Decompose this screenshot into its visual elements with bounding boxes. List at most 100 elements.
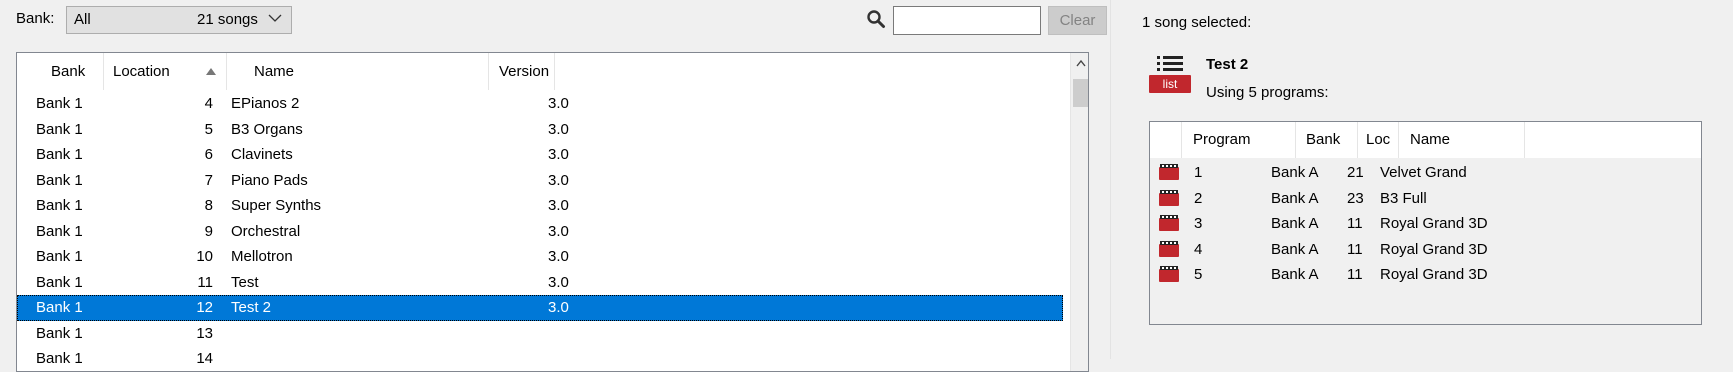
table-row[interactable]: Bank 1 4 EPianos 2 3.0 — [17, 91, 1087, 117]
program-cell-loc: 11 — [1347, 266, 1363, 283]
cell-location: 8 — [204, 197, 213, 214]
search-icon[interactable] — [866, 9, 886, 29]
clear-button[interactable]: Clear — [1048, 6, 1107, 35]
search-input[interactable] — [893, 6, 1041, 35]
cell-name: B3 Organs — [231, 120, 303, 138]
table-row[interactable]: Bank 1 5 B3 Organs 3.0 — [17, 117, 1087, 143]
svg-text:list: list — [1163, 77, 1178, 91]
program-icon — [1159, 189, 1179, 206]
song-count: 21 songs — [197, 11, 258, 28]
program-cell-loc: 11 — [1347, 215, 1363, 232]
cell-name: Clavinets — [231, 146, 293, 163]
program-cell-program: 4 — [1194, 240, 1203, 258]
program-cell-bank: Bank A — [1271, 240, 1319, 258]
program-cell-program: 5 — [1194, 266, 1203, 283]
column-header-name[interactable]: Name — [227, 53, 489, 90]
cell-location: 7 — [204, 171, 213, 189]
cell-name: Piano Pads — [231, 171, 308, 189]
program-icon — [1159, 214, 1179, 231]
program-cell-name: Royal Grand 3D — [1380, 215, 1488, 232]
program-cell-loc: 23 — [1347, 189, 1364, 207]
cell-location: 13 — [196, 324, 213, 342]
scroll-up-icon[interactable] — [1076, 59, 1086, 67]
chevron-down-icon — [268, 14, 282, 22]
program-cell-name: B3 Full — [1380, 189, 1427, 207]
program-cell-program: 2 — [1194, 189, 1203, 207]
program-icon — [1159, 265, 1179, 282]
program-cell-loc: 21 — [1347, 164, 1364, 181]
song-list-pane: Bank: All 21 songs Clear Bank Location N… — [0, 0, 1110, 372]
program-row[interactable]: 2 Bank A 23 B3 Full — [1150, 186, 1701, 211]
program-icon — [1159, 240, 1179, 257]
cell-name: Orchestral — [231, 222, 301, 240]
programs-table-header: Program Bank Loc Name — [1150, 122, 1701, 158]
cell-version: 3.0 — [548, 120, 569, 138]
program-cell-name: Royal Grand 3D — [1380, 240, 1488, 258]
column-header-bank[interactable]: Bank — [17, 53, 104, 90]
program-row[interactable]: 4 Bank A 11 Royal Grand 3D — [1150, 237, 1701, 262]
table-row[interactable]: Bank 1 11 Test 3.0 — [17, 270, 1087, 296]
bank-dropdown-value: All — [74, 11, 91, 28]
program-cell-bank: Bank A — [1271, 164, 1319, 181]
program-cell-name: Velvet Grand — [1380, 164, 1467, 181]
cell-name: Test 2 — [231, 299, 272, 316]
column-header-loc[interactable]: Loc — [1358, 122, 1399, 158]
program-icon — [1159, 163, 1179, 180]
table-row[interactable]: Bank 1 8 Super Synths 3.0 — [17, 193, 1087, 219]
column-header-bank-label: Bank — [51, 63, 86, 80]
cell-location: 9 — [204, 222, 213, 240]
column-header-bank[interactable]: Bank — [1296, 122, 1358, 158]
bank-dropdown[interactable]: All 21 songs — [66, 6, 292, 34]
cell-name: EPianos 2 — [231, 95, 300, 112]
table-row[interactable]: Bank 1 6 Clavinets 3.0 — [17, 142, 1087, 168]
scroll-thumb[interactable] — [1073, 79, 1088, 107]
cell-version: 3.0 — [548, 248, 569, 265]
songs-table-scrollbar[interactable] — [1070, 53, 1088, 371]
table-row[interactable]: Bank 1 7 Piano Pads 3.0 — [17, 168, 1087, 194]
cell-location: 5 — [204, 120, 213, 138]
cell-name: Mellotron — [231, 248, 293, 265]
pane-splitter[interactable] — [1110, 0, 1133, 359]
cell-location: 4 — [204, 95, 213, 112]
cell-version: 3.0 — [548, 146, 569, 163]
program-cell-bank: Bank A — [1271, 215, 1319, 232]
column-header-version[interactable]: Version — [489, 53, 555, 90]
selection-count: 1 song selected: — [1142, 14, 1252, 31]
cell-version: 3.0 — [548, 95, 569, 112]
cell-name: Test — [231, 273, 259, 291]
cell-location: 11 — [197, 273, 213, 291]
songs-table-body: Bank 1 4 EPianos 2 3.0 Bank 1 5 B3 Organs 3.0 Ba… — [17, 91, 1087, 371]
cell-location: 10 — [196, 248, 213, 265]
program-row[interactable]: 1 Bank A 21 Velvet Grand — [1150, 160, 1701, 185]
column-header-location-label: Location — [113, 63, 170, 80]
column-header-name-label: Name — [254, 63, 295, 80]
program-row[interactable]: 3 Bank A 11 Royal Grand 3D — [1150, 211, 1701, 236]
songs-table[interactable]: Bank Location Name Version Bank 1 4 EPiano… — [16, 52, 1089, 372]
program-row[interactable]: 5 Bank A 11 Royal Grand 3D — [1150, 262, 1701, 287]
program-cell-program: 1 — [1194, 164, 1203, 181]
column-header-version-label: Version — [499, 63, 550, 80]
cell-version: 3.0 — [548, 222, 569, 240]
column-header-program[interactable]: Program — [1182, 122, 1296, 158]
program-cell-bank: Bank A — [1271, 189, 1319, 207]
list-icon: list — [1149, 56, 1191, 93]
programs-table[interactable]: Program Bank Loc Name 1 Bank A 21 Velvet Gr… — [1149, 121, 1702, 325]
bank-label: Bank: — [16, 10, 55, 27]
table-row[interactable]: Bank 1 9 Orchestral 3.0 — [17, 219, 1087, 245]
column-header-icon — [1150, 122, 1182, 158]
cell-version: 3.0 — [548, 197, 569, 214]
table-row[interactable]: Bank 1 10 Mellotron 3.0 — [17, 244, 1087, 270]
program-cell-bank: Bank A — [1271, 266, 1319, 283]
table-row[interactable]: Bank 1 12 Test 2 3.0 — [17, 295, 1063, 321]
column-header-name[interactable]: Name — [1399, 122, 1525, 158]
program-cell-loc: 11 — [1347, 240, 1363, 258]
songs-table-header: Bank Location Name Version — [17, 53, 1087, 90]
cell-location: 12 — [196, 299, 213, 316]
cell-version: 3.0 — [548, 171, 569, 189]
cell-location: 6 — [204, 146, 213, 163]
song-detail-pane: 1 song selected: list Test 2 Using 5 pro… — [1132, 0, 1733, 359]
selected-song-title: Test 2 — [1206, 56, 1249, 73]
cell-version: 3.0 — [548, 273, 569, 291]
program-cell-name: Royal Grand 3D — [1380, 266, 1488, 283]
table-row[interactable]: Bank 1 13 — [17, 321, 1087, 347]
